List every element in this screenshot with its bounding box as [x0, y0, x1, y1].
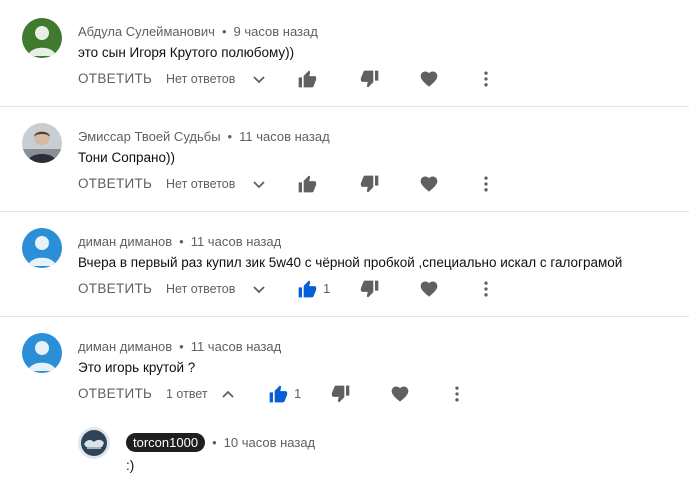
replies-count[interactable]: Нет ответов [166, 279, 235, 299]
avatar[interactable] [22, 123, 62, 163]
dislike-icon[interactable] [360, 279, 380, 299]
comment-meta: torcon1000 • 10 часов назад [126, 433, 315, 452]
chevron-up-icon[interactable] [219, 384, 237, 404]
comment-text: Тони Сопрано)) [78, 150, 175, 165]
dislike-icon[interactable] [360, 69, 380, 89]
like-count: 1 [323, 281, 331, 296]
replies-count[interactable]: 1 ответ [166, 384, 208, 404]
comment-author[interactable]: диман диманов [78, 339, 172, 354]
dislike-icon[interactable] [331, 384, 351, 404]
divider [0, 106, 689, 107]
comment-meta: Эмиссар Твоей Судьбы • 11 часов назад [78, 129, 330, 144]
comment-text: Вчера в первый раз купил зик 5w40 с чёрн… [78, 255, 623, 270]
avatar[interactable] [22, 228, 62, 268]
comment-text: Это игорь крутой ? [78, 360, 196, 375]
comment-author[interactable]: диман диманов [78, 234, 172, 249]
heart-icon[interactable] [419, 174, 439, 194]
comment-author[interactable]: Абдула Сулейманович [78, 24, 215, 39]
replies-count[interactable]: Нет ответов [166, 69, 235, 89]
divider [0, 211, 689, 212]
like-icon[interactable] [297, 69, 317, 89]
more-options-icon[interactable] [447, 384, 467, 404]
more-options-icon[interactable] [476, 279, 496, 299]
heart-icon[interactable] [419, 279, 439, 299]
more-options-icon[interactable] [476, 174, 496, 194]
heart-icon[interactable] [419, 69, 439, 89]
comment-actions: ОТВЕТИТЬ Нет ответов [78, 174, 498, 198]
chevron-down-icon[interactable] [250, 174, 268, 194]
comment-meta: диман диманов • 11 часов назад [78, 234, 282, 249]
comment-author[interactable]: Эмиссар Твоей Судьбы [78, 129, 221, 144]
avatar[interactable] [22, 333, 62, 373]
comment-time[interactable]: 11 часов назад [191, 339, 282, 354]
avatar[interactable] [22, 18, 62, 58]
comment-actions: ОТВЕТИТЬ Нет ответов [78, 69, 498, 93]
chevron-down-icon[interactable] [250, 279, 268, 299]
reply-button[interactable]: ОТВЕТИТЬ [78, 69, 152, 89]
reply-button[interactable]: ОТВЕТИТЬ [78, 174, 152, 194]
like-icon[interactable] [268, 384, 288, 404]
comment-meta: Абдула Сулейманович • 9 часов назад [78, 24, 318, 39]
like-count: 1 [294, 386, 302, 401]
comment-actions: ОТВЕТИТЬ Нет ответов 1 [78, 279, 498, 303]
comment-time[interactable]: 11 часов назад [191, 234, 282, 249]
comment-meta: диман диманов • 11 часов назад [78, 339, 282, 354]
avatar[interactable] [78, 427, 110, 459]
author-badge[interactable]: torcon1000 [126, 433, 206, 452]
more-options-icon[interactable] [476, 69, 496, 89]
reply-button[interactable]: ОТВЕТИТЬ [78, 384, 152, 404]
comment-actions: ОТВЕТИТЬ 1 ответ 1 [78, 384, 478, 408]
like-icon[interactable] [297, 279, 317, 299]
reply-button[interactable]: ОТВЕТИТЬ [78, 279, 152, 299]
comment-time[interactable]: 11 часов назад [239, 129, 330, 144]
comment-text: это сын Игоря Крутого полюбому)) [78, 45, 295, 60]
heart-icon[interactable] [390, 384, 410, 404]
replies-count[interactable]: Нет ответов [166, 174, 235, 194]
chevron-down-icon[interactable] [250, 69, 268, 89]
dislike-icon[interactable] [360, 174, 380, 194]
comment-time[interactable]: 9 часов назад [234, 24, 318, 39]
comment-time[interactable]: 10 часов назад [224, 435, 316, 450]
divider [0, 316, 689, 317]
comment-text: :) [126, 458, 135, 473]
like-icon[interactable] [297, 174, 317, 194]
